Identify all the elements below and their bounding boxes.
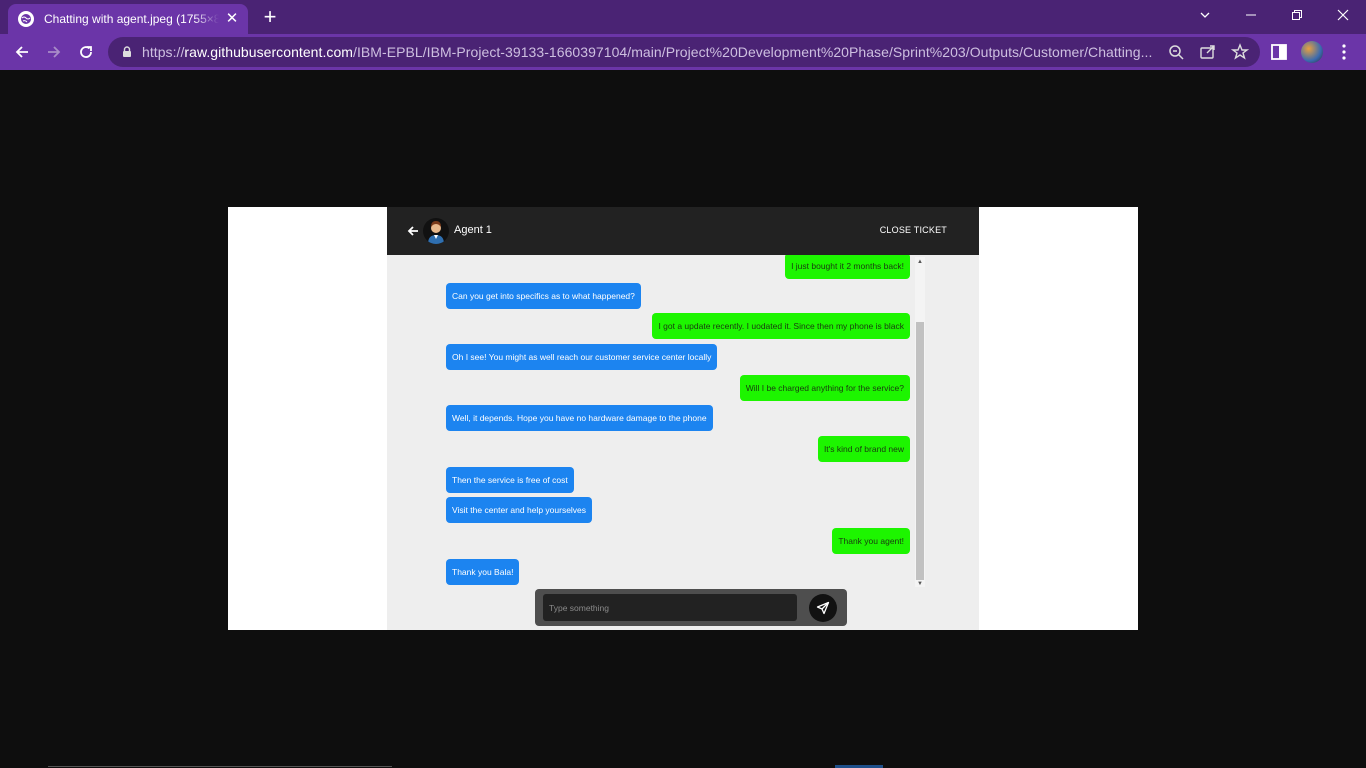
restore-button[interactable] — [1274, 0, 1320, 30]
message-scrollbar[interactable]: ▲ ▼ — [915, 257, 925, 587]
agent-avatar — [423, 218, 449, 244]
message-agent: Can you get into specifics as to what ha… — [446, 283, 641, 309]
agent-name: Agent 1 — [454, 224, 492, 236]
message-user: I just bought it 2 months back! — [785, 255, 910, 279]
side-panel-icon[interactable] — [1269, 42, 1289, 62]
browser-toolbar: https://raw.githubusercontent.com/IBM-EP… — [0, 34, 1366, 70]
new-tab-button[interactable]: + — [258, 6, 282, 30]
tab-title: Chatting with agent.jpeg (1755×823) — [44, 12, 219, 26]
arrow-left-icon — [15, 46, 28, 58]
close-tab-icon[interactable]: ✕ — [224, 11, 240, 27]
message-agent: Oh I see! You might as well reach our cu… — [446, 344, 718, 370]
globe-icon — [18, 11, 34, 27]
lock-icon[interactable] — [120, 45, 134, 59]
close-ticket-button[interactable]: CLOSE TICKET — [880, 225, 947, 235]
minimize-button[interactable] — [1228, 0, 1274, 30]
tab-search-icon[interactable] — [1182, 0, 1228, 30]
scrollbar-thumb[interactable] — [916, 322, 924, 580]
zoom-icon[interactable] — [1167, 43, 1185, 61]
message-user: Will I be charged anything for the servi… — [739, 375, 910, 401]
profile-avatar[interactable] — [1301, 41, 1323, 63]
chat-header: Agent 1 CLOSE TICKET — [387, 207, 979, 255]
back-button[interactable] — [8, 38, 36, 66]
message-list: I just bought it 2 months back! Can you … — [387, 255, 979, 587]
message-agent: Then the service is free of cost — [446, 467, 574, 493]
share-icon[interactable] — [1199, 43, 1217, 61]
tab-strip: Chatting with agent.jpeg (1755×823) ✕ + — [0, 0, 1366, 34]
message-agent: Thank you Bala! — [446, 559, 520, 585]
back-arrow-icon[interactable] — [406, 224, 420, 238]
browser-tab[interactable]: Chatting with agent.jpeg (1755×823) ✕ — [8, 4, 248, 34]
forward-button[interactable] — [40, 38, 68, 66]
close-window-button[interactable] — [1320, 0, 1366, 30]
bottom-divider — [48, 766, 392, 767]
message-composer — [535, 589, 847, 626]
message-agent: Well, it depends. Hope you have no hardw… — [446, 405, 713, 431]
message-agent: Visit the center and help yourselves — [446, 497, 593, 523]
reload-button[interactable] — [72, 38, 100, 66]
star-icon[interactable] — [1231, 43, 1249, 61]
send-button[interactable] — [809, 594, 837, 622]
more-menu-icon[interactable] — [1334, 42, 1354, 62]
message-user: It's kind of brand new — [817, 436, 910, 462]
send-icon — [816, 601, 830, 615]
address-bar[interactable]: https://raw.githubusercontent.com/IBM-EP… — [108, 37, 1260, 67]
displayed-image: Agent 1 CLOSE TICKET I just bought it 2 … — [228, 207, 1138, 630]
arrow-right-icon — [48, 46, 61, 58]
scroll-down-icon[interactable]: ▼ — [917, 581, 923, 587]
reload-icon — [80, 46, 92, 58]
message-user: I got a update recently. I uodated it. S… — [652, 313, 910, 339]
message-user: Thank you agent! — [832, 528, 910, 554]
scroll-up-icon[interactable]: ▲ — [917, 259, 923, 265]
chat-app: Agent 1 CLOSE TICKET I just bought it 2 … — [387, 207, 979, 630]
url-text[interactable]: https://raw.githubusercontent.com/IBM-EP… — [142, 44, 1152, 60]
image-viewer: Agent 1 CLOSE TICKET I just bought it 2 … — [0, 70, 1366, 768]
message-input[interactable] — [543, 594, 797, 621]
